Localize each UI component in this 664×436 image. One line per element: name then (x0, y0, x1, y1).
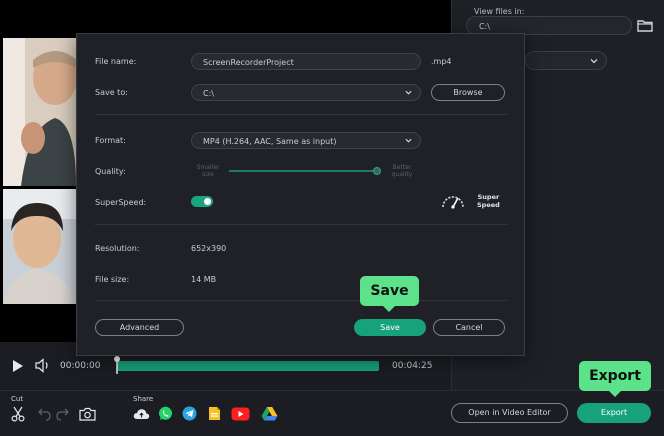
scissors-icon[interactable] (11, 406, 25, 422)
speedometer-icon (442, 196, 464, 209)
save-button[interactable]: Save (354, 319, 426, 336)
tooltip-arrow (383, 306, 395, 312)
google-drive-docs-icon[interactable] (208, 406, 221, 421)
file-name-label: File name: (95, 57, 137, 66)
file-extension: .mp4 (431, 57, 452, 66)
save-tooltip-text: Save (370, 283, 409, 299)
superspeed-badge-line2: Speed (477, 201, 500, 209)
save-to-select[interactable]: C:\ (191, 84, 421, 101)
superspeed-toggle[interactable] (191, 196, 213, 207)
toggle-knob (204, 198, 211, 205)
format-select[interactable]: MP4 (H.264, AAC, Same as input) (191, 132, 421, 149)
quality-max-line2: quality (391, 171, 413, 178)
chevron-down-icon (590, 59, 598, 64)
telegram-icon[interactable] (182, 406, 197, 421)
divider (95, 300, 507, 301)
share-label: Share (133, 395, 154, 403)
filesize-label: File size: (95, 275, 130, 284)
end-time: 00:04:25 (392, 361, 433, 371)
format-value: MP4 (H.264, AAC, Same as input) (203, 137, 337, 146)
camera-icon[interactable] (79, 407, 96, 421)
youtube-icon[interactable] (231, 407, 250, 421)
save-dialog: File name: ScreenRecorderProject .mp4 Sa… (76, 33, 525, 356)
browse-button[interactable]: Browse (431, 84, 505, 101)
current-time: 00:00:00 (60, 361, 101, 371)
resolution-label: Resolution: (95, 244, 140, 253)
quality-max-label: Better quality (385, 164, 419, 178)
redo-icon[interactable] (55, 407, 71, 421)
whatsapp-icon[interactable] (158, 406, 173, 421)
right-panel-select[interactable] (525, 51, 607, 70)
advanced-button[interactable]: Advanced (95, 319, 184, 336)
quality-min-label: Smaller size (191, 164, 225, 178)
quality-slider-handle[interactable] (373, 167, 381, 175)
chevron-down-icon (405, 90, 412, 95)
open-in-video-editor-button[interactable]: Open in Video Editor (451, 403, 568, 423)
cut-label: Cut (11, 395, 24, 403)
filesize-value: 14 MB (191, 275, 217, 284)
divider (95, 114, 507, 115)
view-files-label: View files in: (474, 7, 525, 16)
participant-1-image (3, 38, 76, 186)
file-name-input[interactable]: ScreenRecorderProject (191, 53, 421, 70)
undo-icon[interactable] (36, 407, 52, 421)
cloud-icon[interactable] (133, 407, 150, 421)
divider (95, 224, 507, 225)
format-label: Format: (95, 136, 126, 145)
participant-video-1 (3, 38, 76, 186)
quality-max-line1: Better (392, 164, 412, 171)
screen-recorder-export-window: View files in: C:\ 00:00:00 00:04:25 Fil… (0, 0, 664, 436)
quality-min-line1: Smaller (196, 164, 220, 171)
export-button[interactable]: Export (577, 403, 651, 423)
superspeed-label: SuperSpeed: (95, 198, 147, 207)
timeline-progress[interactable] (117, 361, 379, 371)
save-tooltip: Save (360, 276, 419, 312)
participant-2-image (3, 189, 76, 304)
resolution-value: 652x390 (191, 244, 227, 253)
superspeed-badge-line1: Super (477, 193, 500, 201)
quality-slider-track[interactable] (229, 170, 379, 172)
export-tooltip: Export (579, 361, 651, 397)
save-to-value: C:\ (203, 89, 214, 98)
quality-min-line2: size (202, 171, 214, 178)
export-tooltip-text: Export (589, 368, 641, 384)
save-to-label: Save to: (95, 88, 128, 97)
folder-icon[interactable] (637, 18, 653, 32)
cancel-button[interactable]: Cancel (433, 319, 505, 336)
play-icon[interactable] (12, 359, 24, 373)
google-drive-icon[interactable] (261, 406, 278, 421)
chevron-down-icon (405, 138, 412, 143)
tooltip-arrow (609, 391, 621, 397)
participant-video-2 (3, 189, 76, 304)
playhead-handle[interactable] (114, 356, 120, 374)
volume-icon[interactable] (35, 358, 51, 373)
superspeed-badge: Super Speed (477, 193, 500, 209)
quality-label: Quality: (95, 167, 126, 176)
